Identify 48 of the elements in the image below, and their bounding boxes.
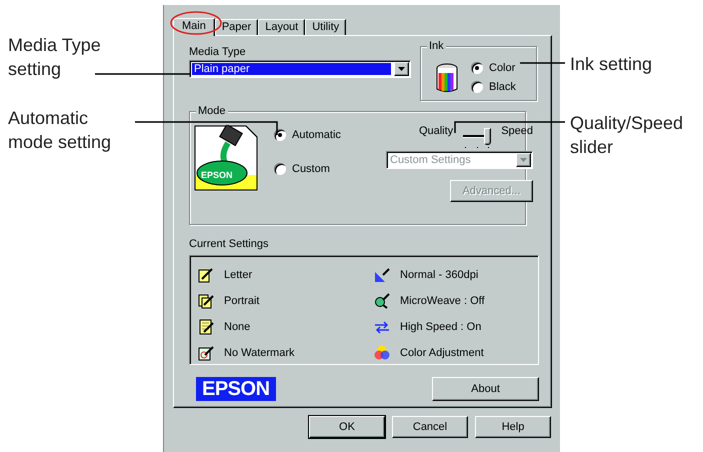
tab[interactable]: Paper bbox=[214, 19, 258, 35]
setting-text: Portrait bbox=[224, 295, 260, 307]
radio-label: Custom bbox=[292, 163, 330, 175]
dialog-button[interactable]: OK bbox=[309, 416, 385, 438]
dialog-button[interactable]: Cancel bbox=[392, 416, 468, 438]
illustration-label: EPSON bbox=[201, 170, 233, 180]
page-stamp-icon bbox=[198, 345, 214, 361]
setting-text: High Speed : On bbox=[400, 321, 482, 333]
radio-button[interactable] bbox=[471, 81, 483, 93]
setting-text: Letter bbox=[224, 269, 252, 281]
radio-label: Black bbox=[489, 81, 516, 93]
callout-text: Ink setting bbox=[570, 53, 652, 76]
magnifier-icon bbox=[374, 293, 390, 309]
logo: EPSON bbox=[196, 377, 276, 401]
leader-line bbox=[520, 62, 565, 64]
current-settings-label: Current Settings bbox=[189, 238, 270, 250]
group-title: Ink bbox=[427, 40, 446, 52]
tab[interactable]: Main bbox=[173, 18, 215, 36]
arrows-icon bbox=[374, 319, 390, 335]
group-title: Mode bbox=[196, 105, 228, 117]
ruled-page-icon bbox=[198, 319, 214, 335]
callout-text: Media Type setting bbox=[8, 34, 101, 81]
about-button[interactable]: About bbox=[432, 377, 539, 401]
ink-can-icon bbox=[435, 62, 459, 92]
slider-thumb[interactable] bbox=[484, 128, 492, 145]
setting-text: Normal - 360dpi bbox=[400, 269, 478, 281]
printer-ink-drawing bbox=[194, 125, 258, 191]
radio-button[interactable] bbox=[471, 62, 483, 74]
color-circles-icon bbox=[374, 345, 390, 361]
callout-text: Automatic mode setting bbox=[8, 107, 112, 154]
media-type-label: Media Type bbox=[189, 46, 247, 58]
dialog-button[interactable]: Help bbox=[475, 416, 551, 438]
setting-text: No Watermark bbox=[224, 347, 294, 359]
setting-text: MicroWeave : Off bbox=[400, 295, 485, 307]
setting-text: Color Adjustment bbox=[400, 347, 484, 359]
tab[interactable]: Layout bbox=[258, 19, 306, 35]
tab[interactable]: Utility bbox=[305, 19, 346, 35]
radio-label: Automatic bbox=[292, 129, 341, 141]
slider-label: Speed bbox=[501, 125, 533, 137]
radio-button[interactable] bbox=[274, 129, 286, 141]
media-type-dropdown[interactable]: Plain paper bbox=[189, 60, 411, 78]
radio-button[interactable] bbox=[274, 163, 286, 175]
radio-label: Color bbox=[489, 62, 516, 74]
pages-pen-icon bbox=[198, 293, 214, 309]
page-pen-icon bbox=[198, 267, 214, 283]
slider-label: Quality bbox=[418, 125, 454, 137]
callout-text: Quality/Speed slider bbox=[570, 112, 684, 159]
setting-text: None bbox=[224, 321, 250, 333]
